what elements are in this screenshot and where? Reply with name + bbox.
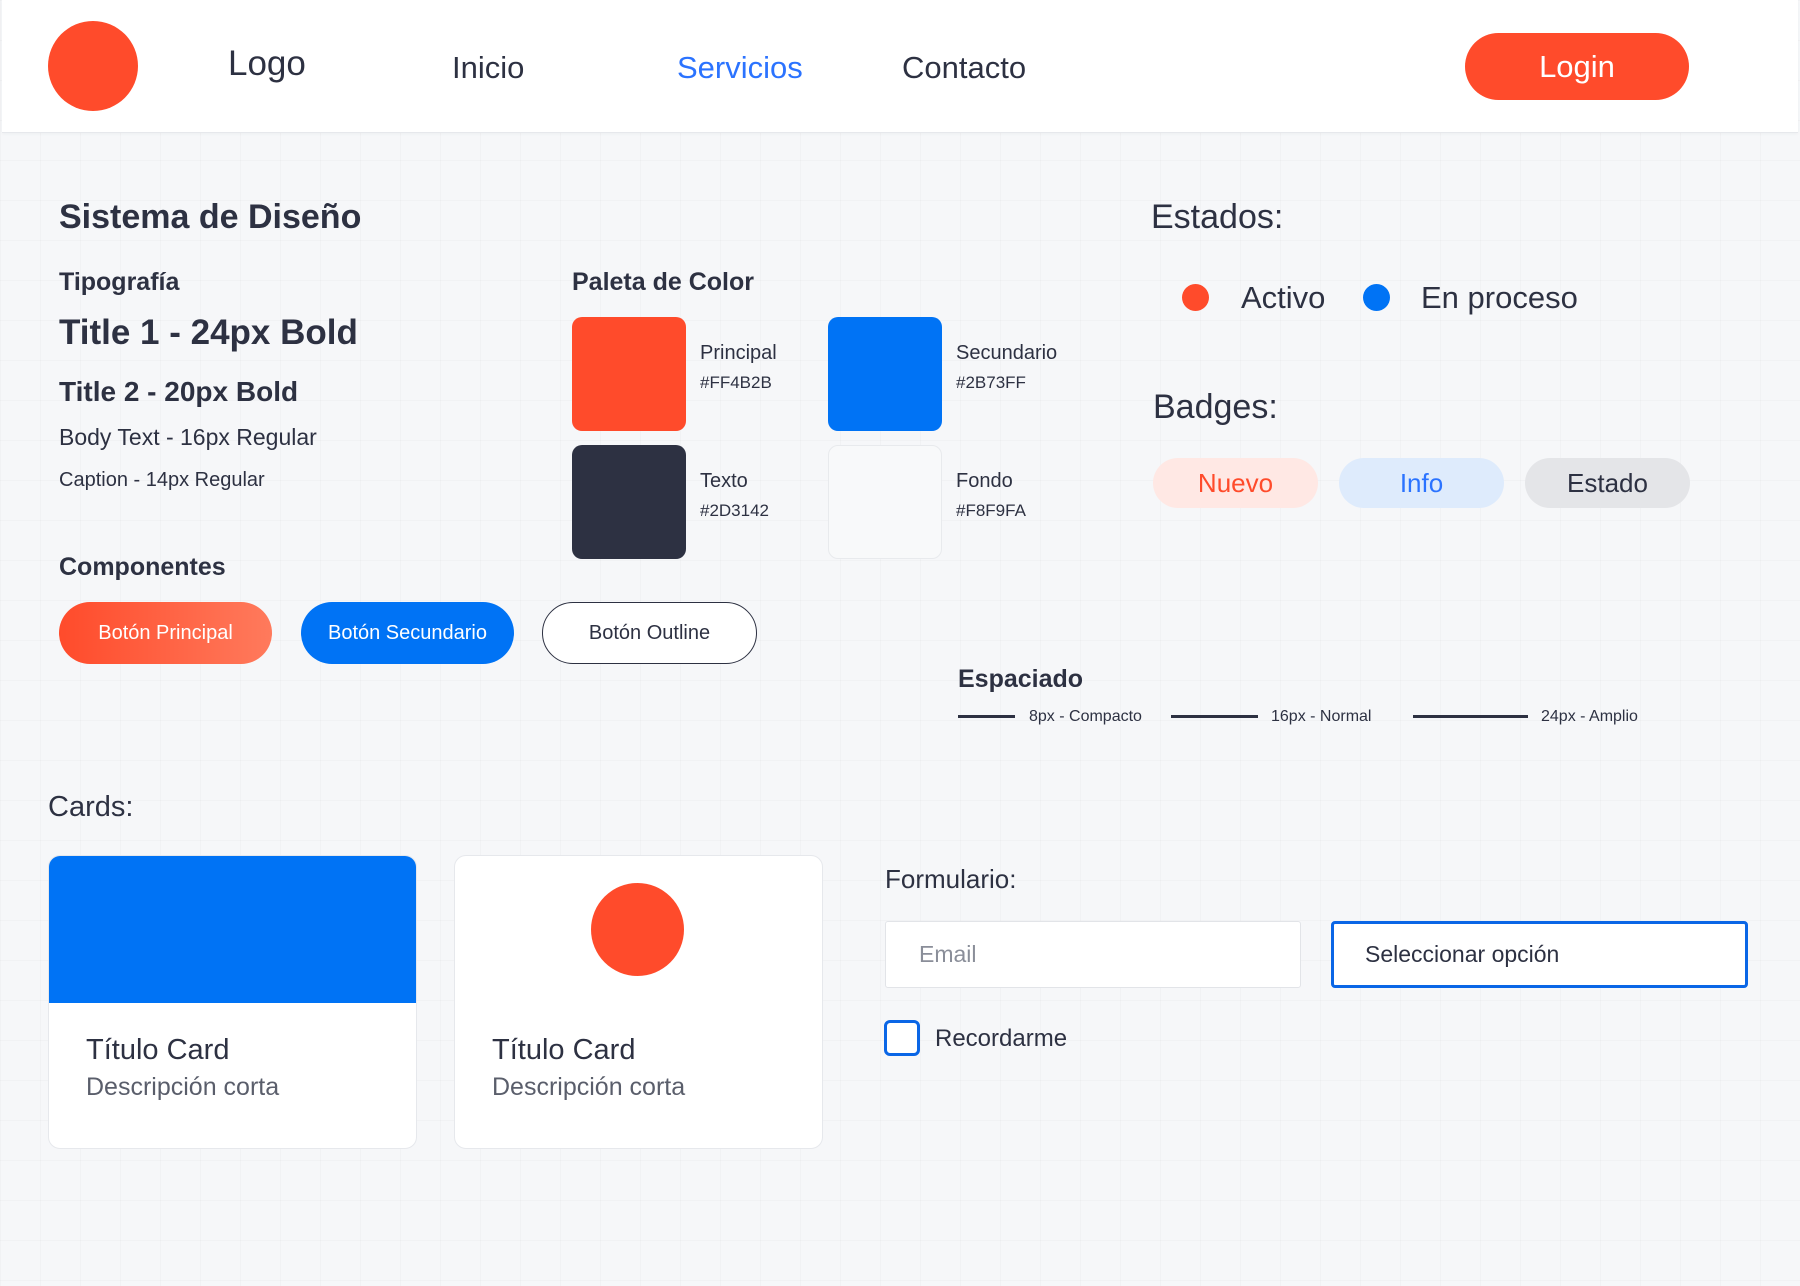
swatch-hex: #2D3142 [700,501,770,520]
card-title: Título Card [492,1034,636,1066]
sample-caption: Caption - 14px Regular [59,469,265,491]
palette-heading: Paleta de Color [572,268,754,296]
status-label-activo: Activo [1241,280,1326,315]
swatch-fondo [828,445,942,559]
cards-heading: Cards: [48,791,134,823]
typography-heading: Tipografía [59,268,180,296]
card-description: Descripción corta [492,1073,686,1101]
swatch-label: Secundario [956,342,1058,364]
card-circle-icon [591,883,684,976]
secondary-button[interactable]: Botón Secundario [301,602,514,664]
spacing-heading: Espaciado [958,665,1084,693]
sample-title-1: Title 1 - 24px Bold [59,313,358,352]
email-input[interactable] [885,921,1301,988]
components-heading: Componentes [59,553,226,581]
sample-body-text: Body Text - 16px Regular [59,424,317,450]
nav-link-servicios[interactable]: Servicios [677,50,803,86]
card-image [49,856,416,1003]
card-circle[interactable]: Título Card Descripción corta [454,855,823,1149]
remember-checkbox[interactable] [884,1020,920,1056]
spacing-line [958,715,1015,718]
badges-heading: Badges: [1153,388,1278,426]
card-title: Título Card [86,1034,230,1066]
swatch-label: Fondo [956,470,1013,492]
spacing-line [1171,715,1258,718]
swatch-hex: #2B73FF [956,373,1026,392]
swatch-label: Texto [700,470,748,492]
spacing-label: 8px - Compacto [1029,708,1142,725]
states-heading: Estados: [1151,198,1284,236]
card-blue[interactable]: Título Card Descripción corta [48,855,417,1149]
swatch-principal [572,317,686,431]
form-heading: Formulario: [885,864,1017,894]
swatch-hex: #FF4B2B [700,373,772,392]
card-description: Descripción corta [86,1073,280,1101]
nav-link-contacto[interactable]: Contacto [902,50,1026,86]
design-system-title: Sistema de Diseño [59,198,362,236]
top-navbar: Logo Inicio Servicios Contacto Login [2,0,1798,133]
badge-estado: Estado [1525,458,1690,508]
logo-circle-icon[interactable] [48,21,138,111]
remember-label[interactable]: Recordarme [935,1025,1067,1053]
swatch-secundario [828,317,942,431]
status-dot-icon [1363,284,1390,311]
badge-info: Info [1339,458,1504,508]
outline-button[interactable]: Botón Outline [542,602,757,664]
logo-text[interactable]: Logo [228,44,306,84]
primary-button[interactable]: Botón Principal [59,602,272,664]
badge-nuevo: Nuevo [1153,458,1318,508]
spacing-line [1413,715,1528,718]
spacing-label: 24px - Amplio [1541,708,1638,725]
status-dot-icon [1182,284,1209,311]
swatch-hex: #F8F9FA [956,501,1026,520]
swatch-label: Principal [700,342,777,364]
sample-title-2: Title 2 - 20px Bold [59,376,299,407]
swatch-texto [572,445,686,559]
spacing-label: 16px - Normal [1271,708,1372,725]
option-select[interactable]: Seleccionar opción [1331,921,1748,988]
nav-link-inicio[interactable]: Inicio [452,50,524,86]
status-label-en-proceso: En proceso [1421,280,1578,315]
login-button[interactable]: Login [1465,33,1689,100]
